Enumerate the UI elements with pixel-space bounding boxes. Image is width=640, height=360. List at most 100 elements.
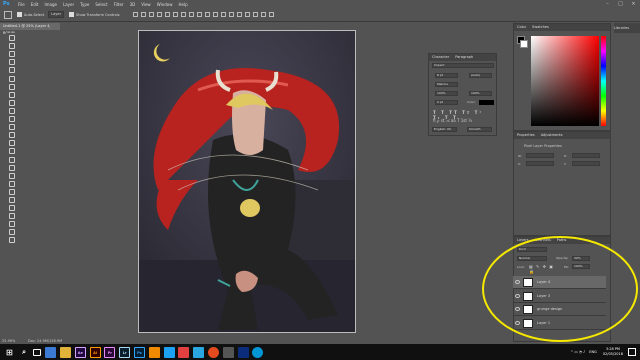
vertical-scale-field[interactable]: 100%	[435, 91, 458, 96]
tool-icon[interactable]	[9, 196, 15, 203]
tool-icon[interactable]	[9, 205, 15, 212]
hue-slider[interactable]	[601, 36, 606, 126]
tool-icon[interactable]	[9, 99, 15, 106]
menu-file[interactable]: File	[18, 2, 25, 7]
tab-layers[interactable]: Layers	[517, 237, 529, 244]
antialias-field[interactable]: Smooth	[467, 127, 492, 132]
menu-select[interactable]: Select	[95, 2, 107, 7]
color-picker-field[interactable]	[531, 36, 599, 126]
opacity-field[interactable]: 39%	[572, 256, 590, 261]
photoshop-taskbar-icon[interactable]	[237, 346, 249, 358]
tool-icon[interactable]	[9, 51, 15, 58]
windows-start-icon[interactable]: ⊞	[4, 347, 15, 358]
menu-image[interactable]: Image	[44, 2, 57, 7]
y-field[interactable]	[572, 161, 600, 166]
align-option-icon[interactable]	[212, 12, 218, 17]
tracking-field[interactable]: Metrics	[435, 82, 458, 87]
leading-field[interactable]: (Auto)	[469, 73, 492, 78]
font-style-buttons[interactable]: T T TT Tт T¹ T₁ T T	[433, 110, 493, 120]
blend-mode-dropdown[interactable]: Normal	[517, 256, 547, 261]
vlc-icon[interactable]	[148, 346, 160, 358]
align-option-icon[interactable]	[188, 12, 194, 17]
hp-icon[interactable]	[252, 346, 264, 358]
auto-select-dropdown[interactable]: Layer	[48, 11, 65, 18]
tool-icon[interactable]	[9, 188, 15, 195]
tray-icons[interactable]: ^ ▭ ◔ ♪	[570, 350, 585, 354]
adobe-ai-icon[interactable]: Ai	[89, 346, 101, 358]
menu-view[interactable]: View	[141, 2, 151, 7]
align-option-icon[interactable]	[260, 12, 266, 17]
background-color-swatch[interactable]	[520, 40, 528, 48]
align-option-icon[interactable]	[204, 12, 210, 17]
tool-icon[interactable]	[9, 107, 15, 114]
fill-field[interactable]: 100%	[572, 264, 590, 269]
menu-help[interactable]: Help	[178, 2, 187, 7]
align-option-icon[interactable]	[252, 12, 258, 17]
firefox-icon[interactable]	[207, 346, 219, 358]
layer-filter-kind[interactable]: Kind	[517, 247, 547, 252]
visibility-eye-icon[interactable]	[515, 293, 520, 298]
adobe-lr-icon[interactable]: Lr	[119, 346, 131, 358]
menu-edit[interactable]: Edit	[31, 2, 39, 7]
tool-icon[interactable]	[9, 140, 15, 147]
tool-icon[interactable]	[9, 172, 15, 179]
layer-row[interactable]: grunge design	[513, 303, 606, 316]
tool-icon[interactable]	[9, 221, 15, 228]
text-color-swatch[interactable]	[479, 100, 494, 105]
move-tool-icon[interactable]	[4, 10, 12, 19]
align-option-icon[interactable]	[172, 12, 178, 17]
minimize-button[interactable]: –	[601, 0, 614, 8]
align-option-icon[interactable]	[164, 12, 170, 17]
menu-3d[interactable]: 3D	[130, 2, 136, 7]
tool-icon[interactable]	[9, 83, 15, 90]
chrome-icon[interactable]	[178, 346, 190, 358]
align-option-icon[interactable]	[148, 12, 154, 17]
opentype-buttons[interactable]: fi ℘ st 𝒜 aa T 1st ½	[433, 118, 493, 123]
tool-icon[interactable]	[9, 35, 15, 42]
tab-color[interactable]: Color	[517, 24, 526, 31]
language-indicator[interactable]: ENG	[589, 350, 597, 354]
tab-properties[interactable]: Properties	[517, 132, 535, 139]
align-option-icon[interactable]	[228, 12, 234, 17]
tab-paths[interactable]: Paths	[557, 237, 567, 244]
tool-icon[interactable]	[9, 180, 15, 187]
align-option-icon[interactable]	[220, 12, 226, 17]
language-field[interactable]: English: US	[432, 127, 457, 132]
align-option-icon[interactable]	[132, 12, 138, 17]
task-view-icon[interactable]	[33, 348, 42, 356]
tool-icon[interactable]	[9, 229, 15, 236]
tool-icon[interactable]	[9, 237, 15, 244]
adobe-ps-icon[interactable]: Ps	[133, 346, 145, 358]
align-option-icon[interactable]	[268, 12, 274, 17]
app-icon-2[interactable]	[222, 346, 234, 358]
maximize-button[interactable]: □	[614, 0, 627, 8]
document-canvas[interactable]	[138, 30, 356, 333]
tab-swatches[interactable]: Swatches	[532, 24, 549, 31]
dropbox-icon[interactable]	[45, 346, 57, 358]
clock[interactable]: 3:28 PM 02/05/2018	[603, 347, 623, 357]
auto-select-checkbox[interactable]	[17, 12, 22, 17]
tool-icon[interactable]	[9, 116, 15, 123]
notifications-icon[interactable]	[628, 348, 636, 356]
visibility-eye-icon[interactable]	[515, 280, 520, 284]
visibility-eye-icon[interactable]	[515, 307, 520, 311]
tool-icon[interactable]	[9, 75, 15, 82]
close-button[interactable]: ×	[627, 0, 640, 8]
tab-channels[interactable]: Channels	[535, 237, 551, 244]
lock-icons[interactable]: ▦ ✎ ✥ ▣ 🔒	[529, 264, 561, 274]
adobe-ae-icon[interactable]: Ae	[74, 346, 86, 358]
tool-icon[interactable]	[9, 67, 15, 74]
layer-row[interactable]: Layer 4	[513, 276, 606, 289]
align-option-icon[interactable]	[244, 12, 250, 17]
height-field[interactable]	[572, 153, 600, 158]
align-option-icon[interactable]	[236, 12, 242, 17]
tool-icon[interactable]	[9, 124, 15, 131]
file-explorer-icon[interactable]	[59, 346, 71, 358]
tool-icon[interactable]	[9, 91, 15, 98]
tab-adjustments[interactable]: Adjustments	[541, 132, 563, 139]
app-icon[interactable]	[163, 346, 175, 358]
tool-icon[interactable]	[9, 148, 15, 155]
zoom-status[interactable]: 25.99%	[2, 339, 15, 343]
adobe-pr-icon[interactable]: Pr	[104, 346, 116, 358]
align-option-icon[interactable]	[180, 12, 186, 17]
